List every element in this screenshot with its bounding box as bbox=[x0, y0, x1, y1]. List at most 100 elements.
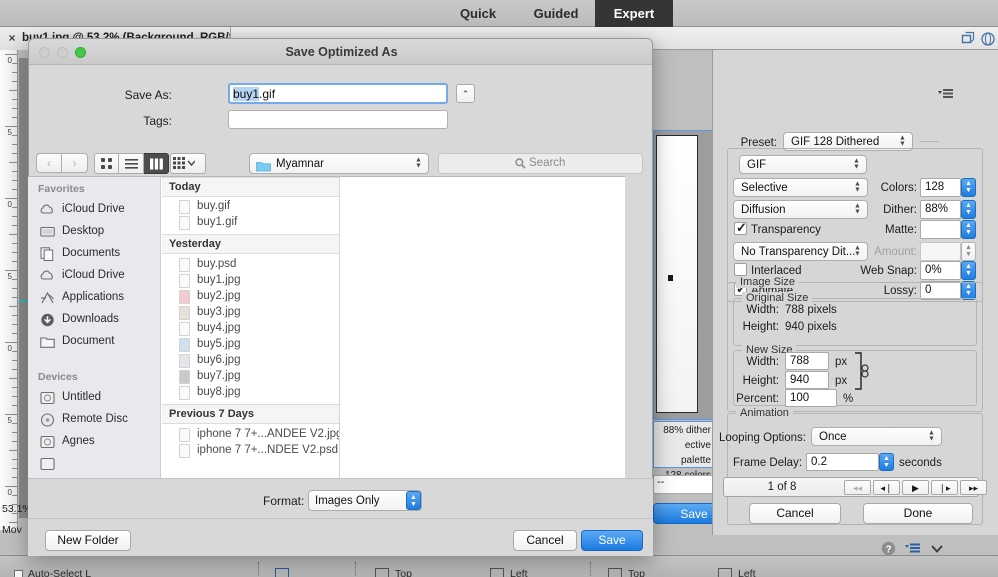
help-icon[interactable]: ? bbox=[881, 541, 896, 559]
column-view-button[interactable] bbox=[144, 153, 169, 174]
list-item[interactable]: iphone 7 7+...ANDEE V2.jpg bbox=[162, 427, 339, 443]
close-icon[interactable]: × bbox=[6, 31, 18, 45]
list-item[interactable]: buy5.jpg bbox=[162, 337, 339, 353]
list-item[interactable]: buy6.jpg bbox=[162, 353, 339, 369]
chevron-updown-icon: ▲ ▼ bbox=[928, 429, 935, 442]
distribute-left-icon[interactable] bbox=[718, 568, 732, 577]
last-frame-button[interactable]: ▸▸ bbox=[960, 480, 987, 495]
sidebar-item-label: Downloads bbox=[62, 313, 119, 325]
sidebar-item-icloud-drive[interactable]: iCloud Drive bbox=[28, 199, 160, 221]
new-height-input[interactable]: 940 bbox=[785, 371, 829, 389]
list-item[interactable]: buy1.gif bbox=[162, 215, 339, 231]
colors-input[interactable]: 128 bbox=[920, 178, 961, 197]
list-item[interactable]: buy1.jpg bbox=[162, 273, 339, 289]
search-icon bbox=[515, 158, 526, 169]
sidebar-item-documents[interactable]: Documents bbox=[28, 243, 160, 265]
tags-input[interactable] bbox=[228, 110, 448, 129]
ruler-tick bbox=[12, 459, 17, 460]
align-top-label: Top bbox=[395, 568, 412, 577]
current-folder-select[interactable]: Myamnar ▲ ▼ bbox=[249, 153, 429, 174]
list-item[interactable]: iphone 7 7+...NDEE V2.psd bbox=[162, 443, 339, 459]
new-folder-button[interactable]: New Folder bbox=[45, 530, 131, 551]
matte-stepper[interactable]: ▲ ▼ bbox=[961, 220, 976, 239]
preset-menu-icon[interactable] bbox=[938, 88, 954, 100]
frame-delay-stepper[interactable]: ▲ ▼ bbox=[879, 453, 894, 471]
dither-stepper[interactable]: ▲ ▼ bbox=[961, 200, 976, 219]
optimize-cancel-button[interactable]: Cancel bbox=[749, 503, 841, 524]
arrange-by-button[interactable] bbox=[170, 153, 206, 174]
list-item[interactable]: buy2.jpg bbox=[162, 289, 339, 305]
web-snap-input[interactable]: 0% bbox=[920, 261, 961, 280]
list-item[interactable]: buy.gif bbox=[162, 199, 339, 215]
format-select[interactable]: Images Only bbox=[308, 490, 422, 511]
new-width-input[interactable]: 788 bbox=[785, 352, 829, 370]
sidebar-item-label: iCloud Drive bbox=[62, 269, 125, 281]
play-button[interactable]: ▶ bbox=[902, 480, 929, 495]
back-button[interactable]: ‹ bbox=[36, 153, 62, 173]
frame-delay-input[interactable]: 0.2 bbox=[806, 453, 879, 471]
color-reduction-select[interactable]: Selective ▲ ▼ bbox=[733, 178, 868, 197]
colors-stepper[interactable]: ▲ ▼ bbox=[961, 178, 976, 197]
ruler-tick bbox=[9, 378, 17, 379]
sidebar-item-applications[interactable]: Applications bbox=[28, 287, 160, 309]
tab-quick[interactable]: Quick bbox=[443, 0, 513, 27]
tab-expert[interactable]: Expert bbox=[595, 0, 673, 27]
align-left-icon[interactable] bbox=[490, 568, 504, 577]
sidebar-item-label: Applications bbox=[62, 291, 125, 303]
list-item[interactable]: buy8.jpg bbox=[162, 385, 339, 401]
sidebar-item-downloads[interactable]: Downloads bbox=[28, 309, 160, 331]
tab-guided[interactable]: Guided bbox=[518, 0, 594, 27]
panel-menu-icon[interactable] bbox=[905, 542, 921, 558]
web-snap-stepper[interactable]: ▲ ▼ bbox=[961, 261, 976, 280]
list-item[interactable]: buy.psd bbox=[162, 257, 339, 273]
looping-options-select[interactable]: Once ▲ ▼ bbox=[811, 427, 942, 446]
distribute-top-icon[interactable] bbox=[608, 568, 622, 577]
dither-input[interactable]: 88% bbox=[920, 200, 961, 219]
documents-icon bbox=[40, 247, 55, 261]
preview-zoom-field[interactable]: -- bbox=[653, 475, 715, 494]
transparency-dither-select[interactable]: No Transparency Dit... ▲ ▼ bbox=[733, 242, 868, 261]
cancel-button[interactable]: Cancel bbox=[513, 530, 577, 551]
list-view-button[interactable] bbox=[119, 153, 144, 174]
icon-view-button[interactable] bbox=[94, 153, 119, 174]
interlaced-checkbox[interactable] bbox=[734, 263, 747, 276]
globe-icon[interactable] bbox=[980, 31, 996, 47]
layer-link-icon[interactable] bbox=[275, 568, 289, 577]
matte-color-swatch[interactable] bbox=[920, 220, 961, 239]
ruler-tick bbox=[9, 306, 17, 307]
sidebar-item-remote-disc[interactable]: Remote Disc bbox=[28, 409, 160, 431]
chevron-down-icon[interactable] bbox=[930, 543, 944, 558]
previous-frame-button[interactable]: ◂❘ bbox=[873, 480, 900, 495]
first-frame-button[interactable]: ◂◂ bbox=[844, 480, 871, 495]
file-format-select[interactable]: GIF ▲ ▼ bbox=[739, 155, 867, 174]
align-top-icon[interactable] bbox=[375, 568, 389, 577]
sidebar-item-document[interactable]: Document bbox=[28, 331, 160, 353]
jpg-file-icon bbox=[179, 322, 190, 336]
expand-dialog-button[interactable]: ⌃ bbox=[456, 84, 475, 103]
sidebar-item-icloud-drive-2[interactable]: iCloud Drive bbox=[28, 265, 160, 287]
percent-input[interactable]: 100 bbox=[785, 389, 837, 407]
auto-select-checkbox[interactable] bbox=[14, 570, 23, 577]
next-frame-button[interactable]: ❘▸ bbox=[931, 480, 958, 495]
transparency-checkbox[interactable] bbox=[734, 220, 747, 236]
list-item[interactable]: buy3.jpg bbox=[162, 305, 339, 321]
sidebar-item-partial[interactable] bbox=[28, 453, 160, 475]
sidebar-item-desktop[interactable]: Desktop bbox=[28, 221, 160, 243]
sidebar-item-untitled[interactable]: Untitled bbox=[28, 387, 160, 409]
optimize-done-button[interactable]: Done bbox=[863, 503, 973, 524]
forward-button[interactable]: › bbox=[62, 153, 88, 173]
new-layer-icon[interactable] bbox=[960, 31, 976, 47]
file-list-column[interactable]: Today buy.gif buy1.gif Yesterday buy.psd… bbox=[162, 177, 340, 479]
list-item[interactable]: buy7.jpg bbox=[162, 369, 339, 385]
optimized-preview-thumbnail[interactable] bbox=[653, 130, 715, 420]
save-as-input[interactable]: buy1.gif bbox=[228, 83, 448, 104]
save-button[interactable]: Save bbox=[581, 530, 643, 551]
sidebar-item-agnes[interactable]: Agnes bbox=[28, 431, 160, 453]
file-preview-column[interactable] bbox=[341, 177, 625, 479]
search-input[interactable]: Search bbox=[438, 153, 643, 174]
dither-algorithm-select[interactable]: Diffusion ▲ ▼ bbox=[733, 200, 868, 219]
optimize-settings-panel: Preset: GIF 128 Dithered ▲ ▼ GIF ▲ ▼ Selec… bbox=[712, 50, 998, 535]
list-item[interactable]: buy4.jpg bbox=[162, 321, 339, 337]
format-select-arrows[interactable]: ▲ ▼ bbox=[406, 491, 421, 510]
constrain-proportions-icon[interactable] bbox=[853, 350, 871, 392]
